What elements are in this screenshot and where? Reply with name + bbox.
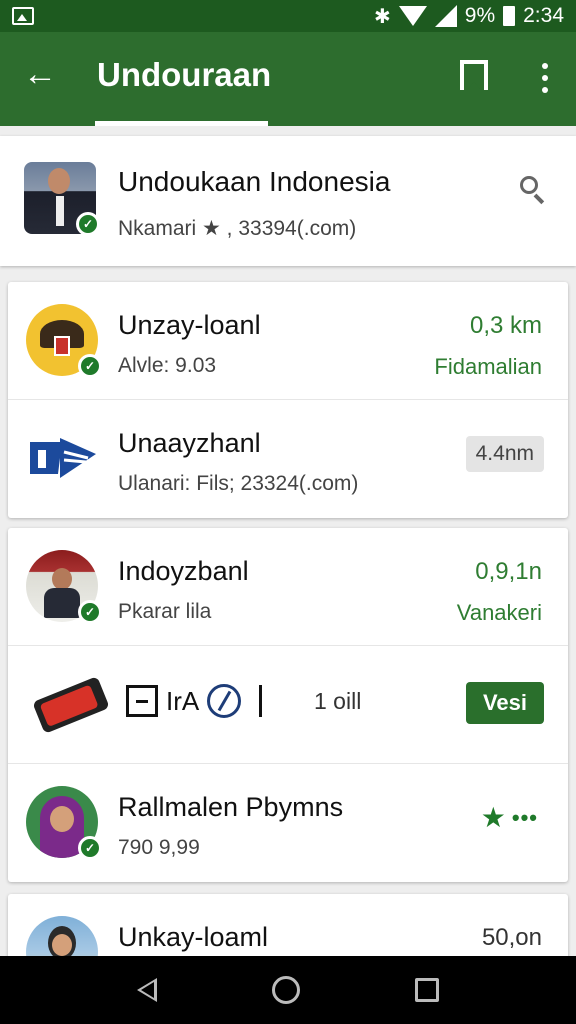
verified-badge-icon: ✓ bbox=[78, 354, 102, 378]
logo bbox=[26, 428, 98, 500]
item-subtitle: Ulanari: Fils; 23324(.com) bbox=[118, 472, 359, 495]
arrow-left-icon: ← bbox=[23, 55, 57, 93]
status-icons: ✱ 9% 2:34 bbox=[374, 4, 564, 29]
compass-icon[interactable] bbox=[207, 684, 242, 718]
item-title: Unkay-loaml bbox=[118, 922, 269, 952]
item-status: Vanakeri bbox=[456, 600, 542, 625]
list-card: ✓ Unzay-loanl Alvle: 9.03 0,3 km Fidamal… bbox=[8, 282, 568, 518]
page-title: Undouraan bbox=[97, 56, 272, 93]
tools-row: IrA bbox=[126, 684, 263, 718]
clock: 2:34 bbox=[523, 4, 564, 27]
image-icon bbox=[12, 7, 34, 25]
profile-name: Undoukaan Indonesia bbox=[118, 166, 391, 197]
bookmark-icon bbox=[460, 60, 488, 90]
signal-icon bbox=[434, 5, 457, 27]
star-icon: ★ bbox=[480, 802, 506, 833]
item-subtitle: 790 9,99 bbox=[118, 836, 200, 859]
verified-badge-icon: ✓ bbox=[76, 212, 100, 236]
profile-subtitle: Nkamari ★ , 33394(.com) bbox=[118, 217, 357, 240]
more-vert-icon bbox=[542, 63, 548, 69]
system-nav-bar bbox=[0, 956, 576, 1024]
wifi-icon bbox=[398, 6, 427, 26]
distance: 0,9,1n bbox=[475, 558, 542, 585]
tools-text: IrA bbox=[166, 685, 200, 716]
avatar: ✓ bbox=[26, 304, 102, 378]
nav-recents-icon[interactable] bbox=[414, 978, 439, 1002]
item-count: 1 oill bbox=[314, 688, 362, 714]
distance-chip: 4.4nm bbox=[465, 436, 544, 472]
item-title: Unzay-loanl bbox=[118, 310, 261, 340]
avatar: ✓ bbox=[24, 162, 100, 236]
nav-home-icon[interactable] bbox=[271, 976, 300, 1004]
avatar: ✓ bbox=[26, 550, 102, 624]
more-vert-icon-dot bbox=[542, 75, 548, 81]
distance: 0,3 km bbox=[469, 312, 542, 339]
minus-box-icon[interactable] bbox=[126, 685, 158, 717]
item-status: Fidamalian bbox=[434, 354, 542, 379]
list-item[interactable]: ✓ Unzay-loanl Alvle: 9.03 0,3 km Fidamal… bbox=[8, 282, 568, 400]
item-title: Indoyzbanl bbox=[118, 556, 249, 586]
nav-back-icon[interactable] bbox=[137, 978, 158, 1002]
battery-percent: 9% bbox=[464, 4, 496, 27]
profile-header[interactable]: ✓ Undoukaan Indonesia Nkamari ★ , 33394(… bbox=[0, 136, 576, 266]
phone-image bbox=[32, 676, 110, 734]
search-icon[interactable] bbox=[520, 176, 546, 205]
item-subtitle: Alvle: 9.03 bbox=[118, 354, 217, 377]
back-button[interactable]: ← bbox=[20, 56, 60, 96]
list-card: ✓ Indoyzbanl Pkarar lila 0,9,1n Vanakeri… bbox=[8, 528, 568, 882]
list-item[interactable]: ✓ Rallmalen Pbymns 790 9,99 ★ ••• bbox=[8, 764, 568, 882]
list-item[interactable]: IrA 1 oill Vesi bbox=[8, 646, 568, 764]
verified-badge-icon: ✓ bbox=[78, 836, 102, 860]
distance: 50,on bbox=[481, 924, 542, 951]
bluetooth-icon: ✱ bbox=[374, 5, 391, 28]
list-item[interactable]: ✓ Indoyzbanl Pkarar lila 0,9,1n Vanakeri bbox=[8, 528, 568, 646]
item-subtitle: Pkarar lila bbox=[118, 600, 212, 623]
list-item[interactable]: Unaayzhanl Ulanari: Fils; 23324(.com) 4.… bbox=[8, 400, 568, 518]
app-bar: ← Undouraan bbox=[0, 32, 576, 126]
verified-badge-icon: ✓ bbox=[78, 600, 102, 624]
overflow-menu-button[interactable] bbox=[530, 60, 560, 96]
divider-icon bbox=[259, 685, 263, 717]
tab-indicator bbox=[95, 121, 268, 126]
more-vert-icon-dot bbox=[542, 87, 548, 93]
brand-logo-icon bbox=[30, 438, 96, 478]
battery-icon bbox=[503, 6, 516, 26]
status-bar: ✱ 9% 2:34 bbox=[0, 0, 576, 32]
item-title: Unaayzhanl bbox=[118, 428, 261, 458]
more-horiz-icon: ••• bbox=[511, 805, 538, 830]
item-title: Rallmalen Pbymns bbox=[118, 792, 344, 822]
action-button[interactable]: Vesi bbox=[466, 682, 544, 724]
avatar: ✓ bbox=[26, 786, 102, 860]
rating-actions[interactable]: ★ ••• bbox=[481, 804, 538, 832]
bookmark-button[interactable] bbox=[460, 60, 490, 92]
